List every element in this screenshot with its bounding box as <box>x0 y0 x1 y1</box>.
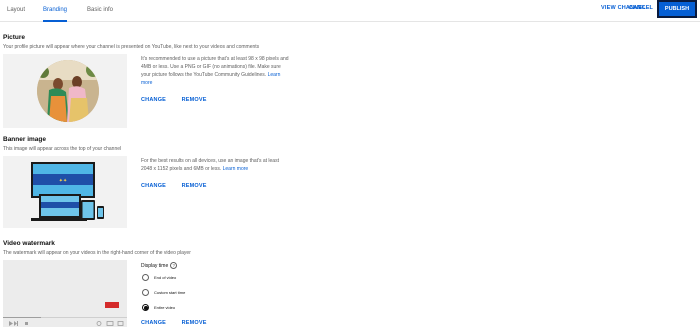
radio-end-of-video[interactable] <box>142 274 149 281</box>
profile-photo-image <box>37 60 99 122</box>
picture-section-description: Your profile picture will appear where y… <box>3 44 260 50</box>
tab-branding[interactable]: Branding <box>43 7 68 22</box>
banner-image-preview: ✦✦ <box>3 156 127 228</box>
profile-picture-preview <box>3 54 127 128</box>
radio-entire-video[interactable] <box>142 304 149 311</box>
tab-basic-info[interactable]: Basic info <box>87 7 113 22</box>
option-end-of-video-label: End of video <box>154 275 177 280</box>
banner-actions: CHANGE REMOVE <box>141 183 221 189</box>
help-icon[interactable]: ? <box>170 262 178 269</box>
option-end-of-video[interactable]: End of video <box>142 274 176 281</box>
watermark-video-preview <box>3 260 127 327</box>
display-time-label: Display time? <box>141 262 178 269</box>
option-entire-video-label: Entire video <box>154 305 176 310</box>
tab-layout[interactable]: Layout <box>7 7 25 22</box>
display-time-text: Display time <box>141 262 169 269</box>
option-custom-start-time[interactable]: Custom start time <box>142 289 185 296</box>
volume-icon <box>25 322 28 325</box>
watermark-section-description: The watermark will appear on your videos… <box>3 250 191 256</box>
svg-text:✦✦: ✦✦ <box>59 178 67 184</box>
picture-change-button[interactable]: CHANGE <box>141 97 166 103</box>
watermark-change-button[interactable]: CHANGE <box>141 320 166 326</box>
picture-actions: CHANGE REMOVE <box>141 97 221 103</box>
watermark-section-title: Video watermark <box>3 240 55 247</box>
banner-section-title: Banner image <box>3 136 46 143</box>
cancel-button[interactable]: CANCEL <box>629 5 653 11</box>
studio-top-bar: Layout Branding Basic info VIEW CHANNEL … <box>0 0 700 22</box>
picture-help-body: It's recommended to use a picture that's… <box>141 56 289 78</box>
banner-remove-button[interactable]: REMOVE <box>182 183 207 189</box>
banner-help-text: For the best results on all devices, use… <box>141 157 291 173</box>
banner-change-button[interactable]: CHANGE <box>141 183 166 189</box>
watermark-remove-button[interactable]: REMOVE <box>182 320 207 326</box>
watermark-badge <box>105 302 119 308</box>
banner-help-body: For the best results on all devices, use… <box>141 158 279 172</box>
banner-learn-more-link[interactable]: Learn more <box>223 166 249 172</box>
radio-custom-start-time[interactable] <box>142 289 149 296</box>
banner-section-description: This image will appear across the top of… <box>3 146 122 152</box>
picture-help-text: It's recommended to use a picture that's… <box>141 55 291 87</box>
publish-button[interactable]: PUBLISH <box>657 0 697 18</box>
video-player-mock <box>3 260 127 327</box>
watermark-actions: CHANGE REMOVE <box>141 320 221 326</box>
picture-remove-button[interactable]: REMOVE <box>182 97 207 103</box>
picture-section-title: Picture <box>3 34 26 41</box>
option-custom-start-time-label: Custom start time <box>154 290 186 295</box>
option-entire-video[interactable]: Entire video <box>142 304 175 311</box>
banner-devices-image: ✦✦ <box>31 162 104 221</box>
next-icon <box>17 321 18 326</box>
